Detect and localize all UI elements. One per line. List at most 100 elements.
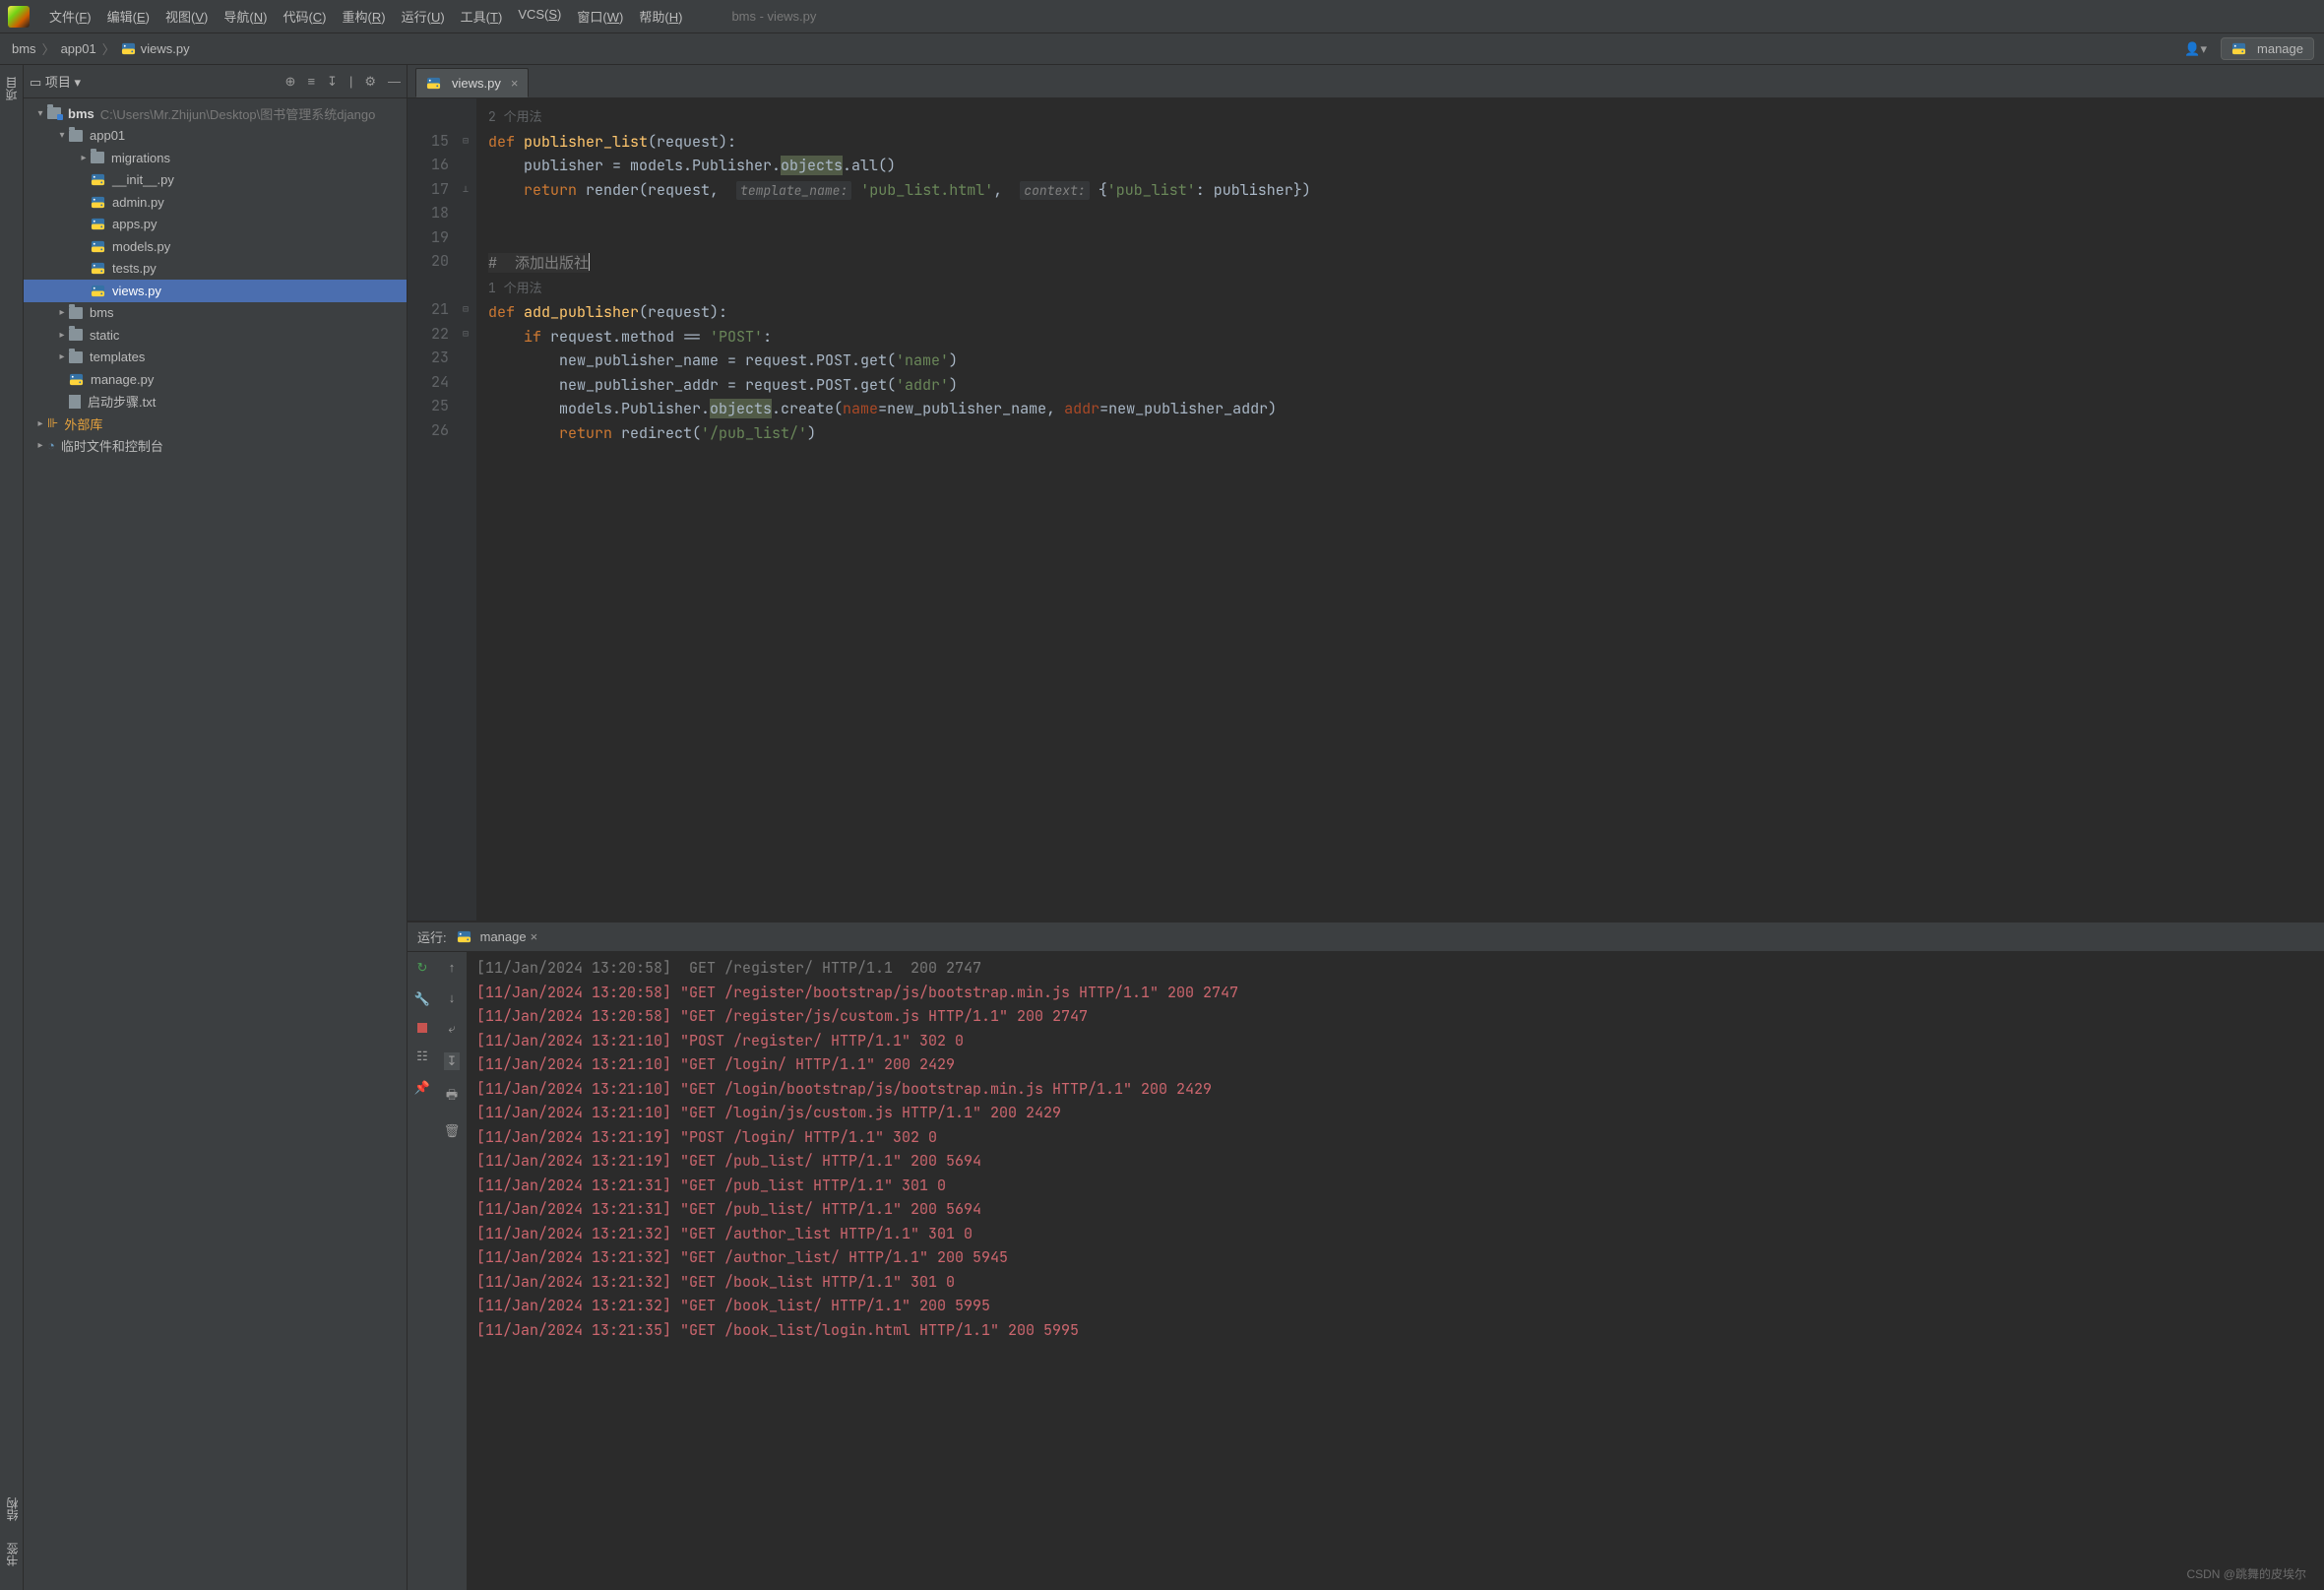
python-file-icon xyxy=(121,41,136,56)
run-config-selector[interactable]: manage xyxy=(2221,37,2314,60)
console-line: [11/Jan/2024 13:21:31] "GET /pub_list/ H… xyxy=(476,1197,2314,1222)
tree-file[interactable]: tests.py xyxy=(24,258,407,281)
structure-tool-tab[interactable]: 结构 xyxy=(4,1494,21,1525)
select-opened-file-icon[interactable]: ⊕ xyxy=(285,74,296,90)
console-line: [11/Jan/2024 13:21:35] "GET /book_list/l… xyxy=(476,1318,2314,1343)
console-line: [11/Jan/2024 13:21:32] "GET /author_list… xyxy=(476,1222,2314,1246)
breadcrumb-file[interactable]: views.py xyxy=(119,41,192,56)
console-line: [11/Jan/2024 13:21:19] "POST /login/ HTT… xyxy=(476,1125,2314,1150)
project-tool-tab[interactable]: 项目 xyxy=(3,73,20,104)
navigation-bar: bms 〉 app01 〉 views.py 👤▾ manage xyxy=(0,33,2324,65)
soft-wrap-icon[interactable]: ⤶ xyxy=(448,1021,455,1037)
run-config-tab[interactable]: manage × xyxy=(457,929,538,944)
python-icon xyxy=(457,929,471,944)
python-file-icon xyxy=(91,284,105,298)
expand-all-icon[interactable]: ≡ xyxy=(307,74,315,90)
pin-icon[interactable]: 📌 xyxy=(414,1080,430,1096)
tree-folder-app01[interactable]: ▾app01 xyxy=(24,125,407,148)
wrench-icon[interactable]: 🔧 xyxy=(414,991,430,1007)
run-tool-window: 运行: manage × ↻ 🔧 ☷ 📌 ↑ ↓ ⤶ ↧ 🖶 🗑 xyxy=(408,921,2324,1590)
stop-icon[interactable] xyxy=(417,1023,427,1033)
project-view-selector[interactable]: ▭ 项目 ▾ xyxy=(30,72,81,91)
breadcrumb-folder[interactable]: app01 xyxy=(59,41,98,56)
text-file-icon xyxy=(69,395,81,409)
scratch-icon: ◔ xyxy=(47,438,55,453)
folder-icon xyxy=(47,107,61,119)
run-label: 运行: xyxy=(417,927,447,946)
menu-item[interactable]: 编辑(E) xyxy=(99,3,157,30)
menu-item[interactable]: 代码(C) xyxy=(275,3,334,30)
folder-icon xyxy=(69,329,83,341)
python-file-icon xyxy=(91,172,105,187)
menu-item[interactable]: 运行(U) xyxy=(394,3,453,30)
text-caret xyxy=(589,253,590,271)
menu-item[interactable]: 文件(F) xyxy=(41,3,99,30)
code-editor[interactable]: 151617181920 212223242526 ⊟ ⊥ ⊟⊟ 2 个用法 d… xyxy=(408,98,2324,921)
down-icon[interactable]: ↓ xyxy=(449,990,456,1005)
tree-file[interactable]: models.py xyxy=(24,235,407,258)
minimize-icon[interactable]: — xyxy=(388,74,401,90)
code-content[interactable]: 2 个用法 def publisher_list(request): publi… xyxy=(476,98,2324,921)
python-icon xyxy=(2231,41,2246,56)
console-line: [11/Jan/2024 13:21:32] "GET /book_list H… xyxy=(476,1270,2314,1295)
editor-tab-views[interactable]: views.py × xyxy=(415,68,529,97)
tree-folder-templates[interactable]: ▸templates xyxy=(24,347,407,369)
tree-folder-static[interactable]: ▸static xyxy=(24,324,407,347)
chevron-right-icon: 〉 xyxy=(38,39,59,58)
console-line: [11/Jan/2024 13:20:58] "GET /register/js… xyxy=(476,1004,2314,1029)
python-file-icon xyxy=(69,372,84,387)
menu-item[interactable]: 帮助(H) xyxy=(631,3,690,30)
run-toolbar-left: ↻ 🔧 ☷ 📌 xyxy=(408,952,437,1590)
folder-icon xyxy=(69,351,83,363)
tree-scratches[interactable]: ▸◔临时文件和控制台 xyxy=(24,435,407,458)
menu-item[interactable]: VCS(S) xyxy=(510,3,569,30)
menu-item[interactable]: 视图(V) xyxy=(157,3,216,30)
console-line: [11/Jan/2024 13:21:10] "GET /login/js/cu… xyxy=(476,1101,2314,1125)
left-tool-strip: 项目 xyxy=(0,65,24,1590)
console-line: [11/Jan/2024 13:21:19] "GET /pub_list/ H… xyxy=(476,1149,2314,1174)
user-icon[interactable]: 👤▾ xyxy=(2184,41,2207,57)
collapse-all-icon[interactable]: ↧ xyxy=(327,74,338,90)
tree-file[interactable]: admin.py xyxy=(24,191,407,214)
console-output[interactable]: [11/Jan/2024 13:20:58] GET /register/ HT… xyxy=(467,952,2324,1590)
menu-item[interactable]: 导航(N) xyxy=(216,3,275,30)
line-number-gutter: 151617181920 212223242526 xyxy=(408,98,463,921)
python-file-icon xyxy=(91,239,105,254)
tree-external-libs[interactable]: ▸⊪外部库 xyxy=(24,413,407,435)
divider: | xyxy=(349,74,352,90)
run-config-label: manage xyxy=(2257,41,2303,56)
window-title: bms - views.py xyxy=(731,9,816,24)
print-icon[interactable]: 🖶 xyxy=(446,1086,458,1108)
scroll-to-end-icon[interactable]: ↧ xyxy=(444,1052,461,1070)
menu-item[interactable]: 重构(R) xyxy=(335,3,394,30)
layout-icon[interactable]: ☷ xyxy=(416,1049,428,1064)
python-file-icon xyxy=(91,261,105,276)
tree-file-selected[interactable]: views.py xyxy=(24,280,407,302)
console-line: [11/Jan/2024 13:21:32] "GET /book_list/ … xyxy=(476,1294,2314,1318)
tree-file[interactable]: __init__.py xyxy=(24,169,407,192)
tree-file[interactable]: 启动步骤.txt xyxy=(24,391,407,413)
library-icon: ⊪ xyxy=(47,415,58,431)
console-line: [11/Jan/2024 13:21:10] "GET /login/ HTTP… xyxy=(476,1052,2314,1077)
tree-folder-migrations[interactable]: ▸migrations xyxy=(24,147,407,169)
close-tab-icon[interactable]: × xyxy=(511,76,519,91)
tree-file[interactable]: manage.py xyxy=(24,368,407,391)
watermark: CSDN @跳舞的皮埃尔 xyxy=(2186,1565,2306,1582)
python-file-icon xyxy=(426,76,441,91)
console-line: [11/Jan/2024 13:21:31] "GET /pub_list HT… xyxy=(476,1174,2314,1198)
up-icon[interactable]: ↑ xyxy=(449,960,456,975)
menu-item[interactable]: 窗口(W) xyxy=(569,3,631,30)
tree-root[interactable]: ▾bmsC:\Users\Mr.Zhijun\Desktop\图书管理系统dja… xyxy=(24,102,407,125)
fold-gutter[interactable]: ⊟ ⊥ ⊟⊟ xyxy=(463,98,476,921)
tree-file[interactable]: apps.py xyxy=(24,214,407,236)
settings-icon[interactable]: ⚙ xyxy=(364,74,376,90)
console-line: [11/Jan/2024 13:21:10] "GET /login/boots… xyxy=(476,1077,2314,1102)
menu-item[interactable]: 工具(T) xyxy=(453,3,511,30)
python-file-icon xyxy=(91,217,105,231)
project-tree[interactable]: ▾bmsC:\Users\Mr.Zhijun\Desktop\图书管理系统dja… xyxy=(24,98,407,1590)
bookmarks-tool-tab[interactable]: 书签 xyxy=(4,1539,21,1570)
tree-folder-bms[interactable]: ▸bms xyxy=(24,302,407,325)
rerun-icon[interactable]: ↻ xyxy=(417,960,428,976)
trash-icon[interactable]: 🗑 xyxy=(444,1123,461,1139)
breadcrumb-root[interactable]: bms xyxy=(10,41,38,56)
